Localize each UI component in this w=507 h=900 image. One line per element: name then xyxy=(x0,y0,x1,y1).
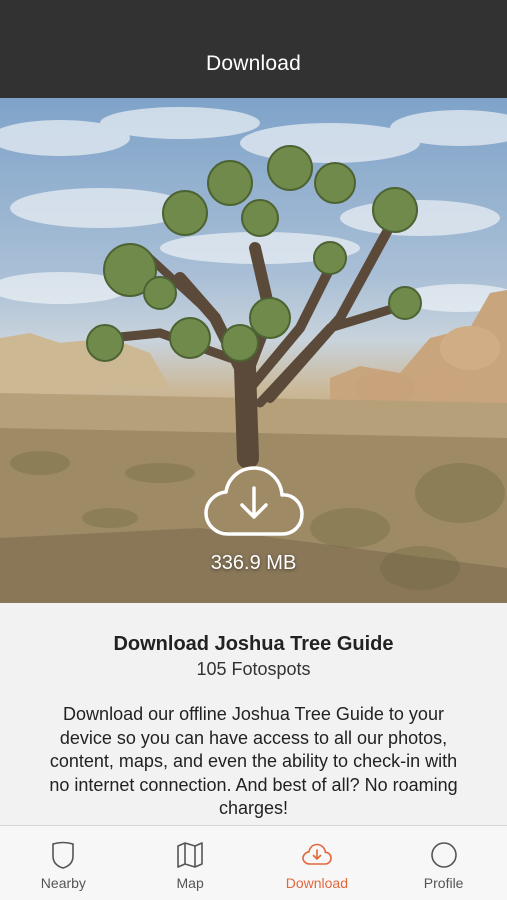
download-cta[interactable]: 336.9 MB xyxy=(0,464,507,575)
tab-map-label: Map xyxy=(176,875,204,891)
tab-nearby[interactable]: Nearby xyxy=(0,826,127,900)
guide-title: Download Joshua Tree Guide xyxy=(113,633,394,655)
fotospots-count: 105 Fotospots xyxy=(196,659,311,679)
download-size: 336.9 MB xyxy=(210,552,297,574)
tab-nearby-label: Nearby xyxy=(40,875,86,891)
guide-info: Download Joshua Tree Guide 105 Fotospots… xyxy=(0,603,507,825)
cloud-download-icon xyxy=(302,843,332,865)
app-header: Download xyxy=(0,0,507,98)
guide-description: Download our offline Joshua Tree Guide t… xyxy=(49,704,458,818)
cloud-download-icon[interactable] xyxy=(203,464,304,540)
page-title: Download xyxy=(206,52,301,75)
tab-download-label: Download xyxy=(285,875,348,891)
tab-bar: Nearby Map Download Profile xyxy=(0,825,507,900)
tab-map[interactable]: Map xyxy=(127,826,254,900)
shield-icon xyxy=(52,841,75,869)
tab-profile[interactable]: Profile xyxy=(380,826,507,900)
tab-download[interactable]: Download xyxy=(254,826,381,900)
hero-image: 336.9 MB xyxy=(0,98,507,603)
tab-profile-label: Profile xyxy=(423,875,464,891)
profile-icon xyxy=(430,842,457,868)
map-icon xyxy=(177,842,203,868)
